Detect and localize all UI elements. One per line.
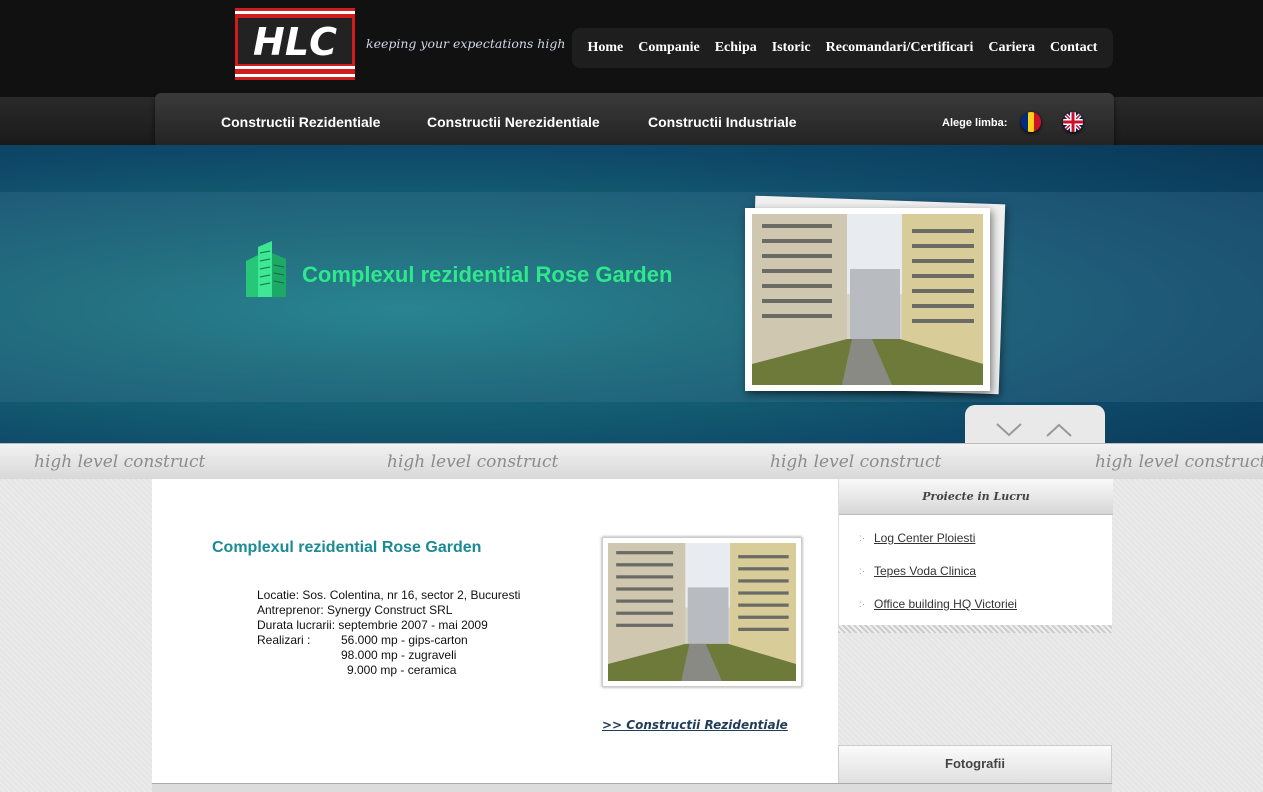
detail-duration: Durata lucrarii: septembrie 2007 - mai 2… <box>257 618 488 632</box>
project-thumbnail[interactable] <box>602 537 802 687</box>
photos-header[interactable]: Fotografii <box>838 745 1112 785</box>
nav-constructii-industriale[interactable]: Constructii Industriale <box>648 114 797 130</box>
chevron-up-icon[interactable] <box>1046 423 1072 437</box>
list-item: :· Log Center Ploiesti <box>839 529 1113 562</box>
project-list: :· Log Center Ploiesti :· Tepes Voda Cli… <box>839 529 1113 628</box>
stripe-text: high level construct <box>1095 452 1263 472</box>
hero-band <box>0 192 1263 402</box>
hero-banner: Complexul rezidential Rose Garden <box>0 145 1263 445</box>
tagline-stripe: high level construct high level construc… <box>0 443 1263 479</box>
stripe-text: high level construct <box>387 452 559 472</box>
svg-text:HLC: HLC <box>253 20 337 64</box>
detail-realizari: Realizari : 56.000 mp - gips-carton <box>257 633 520 648</box>
stripe-text: high level construct <box>770 452 942 472</box>
nav-recomandari[interactable]: Recomandari/Certificari <box>826 40 974 56</box>
category-nav: Constructii Rezidentiale Constructii Ner… <box>155 93 1114 148</box>
chevron-down-icon[interactable] <box>996 423 1022 437</box>
language-label: Alege limba: <box>942 117 1008 129</box>
realizari-item: 98.000 mp - zugraveli <box>341 648 457 662</box>
nav-companie[interactable]: Companie <box>638 40 699 56</box>
hero-title: Complexul rezidential Rose Garden <box>302 262 673 287</box>
detail-contractor: Antreprenor: Synergy Construct SRL <box>257 603 453 617</box>
hlc-logo[interactable]: HLC <box>235 8 355 80</box>
nav-constructii-nerezidentiale[interactable]: Constructii Nerezidentiale <box>427 114 600 130</box>
project-details: Locatie: Sos. Colentina, nr 16, sector 2… <box>257 588 520 678</box>
bullet-icon: :· <box>859 566 866 577</box>
project-link[interactable]: Log Center Ploiesti <box>874 531 975 545</box>
top-nav: Home Companie Echipa Istoric Recomandari… <box>572 28 1113 68</box>
bullet-icon: :· <box>859 533 866 544</box>
content-footer-edge <box>152 783 1112 792</box>
realizari-item: 9.000 mp - ceramica <box>347 663 457 677</box>
list-item: :· Office building HQ Victoriei <box>839 595 1113 628</box>
building-icon <box>244 241 288 302</box>
realizari-row: 9.000 mp - ceramica <box>257 663 520 678</box>
bullet-icon: :· <box>859 599 866 610</box>
sidebar-projects: Proiecte in Lucru :· Log Center Ploiesti… <box>838 479 1113 631</box>
back-to-category-link[interactable]: >> Constructii Rezidentiale <box>602 718 788 732</box>
detail-location: Locatie: Sos. Colentina, nr 16, sector 2… <box>257 588 521 602</box>
nav-home[interactable]: Home <box>588 40 624 56</box>
nav-istoric[interactable]: Istoric <box>772 40 811 56</box>
nav-echipa[interactable]: Echipa <box>715 40 757 56</box>
project-title: Complexul rezidential Rose Garden <box>212 539 482 556</box>
nav-constructii-rezidentiale[interactable]: Constructii Rezidentiale <box>221 114 380 130</box>
top-bar: HLC keeping your expectations high Home … <box>0 0 1263 97</box>
realizari-row: 98.000 mp - zugraveli <box>257 648 520 663</box>
project-link[interactable]: Tepes Voda Clinica <box>874 564 976 578</box>
romanian-flag-icon[interactable] <box>1021 112 1041 132</box>
sidebar-title: Proiecte in Lucru <box>839 479 1113 515</box>
slider-controls <box>965 405 1105 445</box>
stripe-text: high level construct <box>34 452 206 472</box>
uk-flag-icon[interactable] <box>1063 112 1083 132</box>
hero-photo[interactable] <box>745 208 990 391</box>
sidebar-divider <box>838 625 1112 633</box>
nav-cariera[interactable]: Cariera <box>988 40 1035 56</box>
tagline: keeping your expectations high <box>366 36 566 51</box>
realizari-label: Realizari : <box>257 633 311 647</box>
nav-contact[interactable]: Contact <box>1050 40 1097 56</box>
main-content: Complexul rezidential Rose Garden Locati… <box>152 479 838 784</box>
project-link[interactable]: Office building HQ Victoriei <box>874 597 1017 611</box>
list-item: :· Tepes Voda Clinica <box>839 562 1113 595</box>
realizari-item: 56.000 mp - gips-carton <box>341 633 468 647</box>
